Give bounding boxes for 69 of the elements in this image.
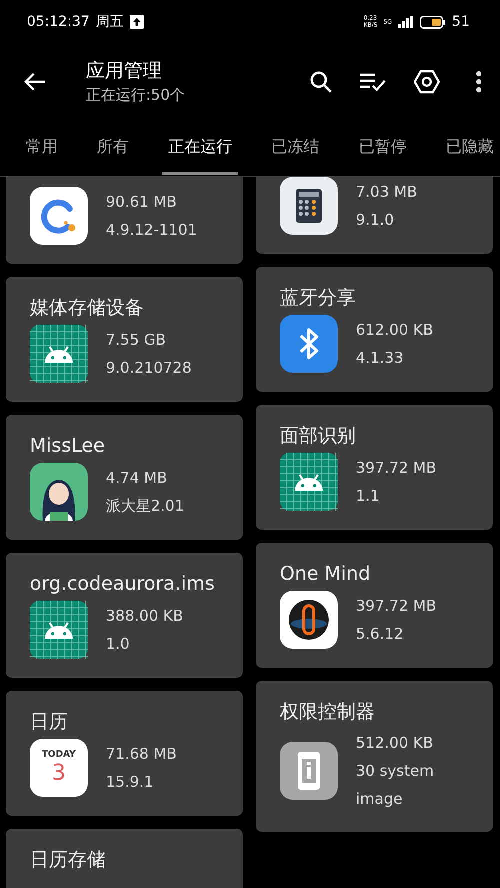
app-card[interactable]: 权限控制器 512.00 KB 30 system image [256, 681, 493, 832]
app-name: 日历存储 [30, 848, 107, 873]
calendar-day: 3 [52, 761, 66, 787]
app-name: One Mind [280, 562, 372, 587]
app-version: 9.0.210728 [106, 358, 192, 379]
app-card[interactable]: 90.61 MB 4.9.12-1101 [6, 177, 243, 264]
app-name: 权限控制器 [280, 700, 376, 725]
clock-time: 05:12:37 [27, 14, 90, 30]
app-icon [280, 591, 338, 649]
app-size: 397.72 MB [356, 458, 436, 479]
app-card[interactable]: org.codeaurora.ims 388.00 KB 1.0 [6, 553, 243, 678]
app-name: org.codeaurora.ims [30, 572, 216, 597]
info-phone-icon [280, 742, 338, 800]
app-size: 7.03 MB [356, 182, 418, 203]
avatar-icon [30, 463, 88, 521]
app-icon [30, 187, 88, 245]
page-title: 应用管理 [86, 59, 163, 84]
battery-icon [420, 16, 446, 28]
app-card[interactable]: 媒体存储设备 7.55 GB 9.0.210728 [6, 277, 243, 402]
more-menu-icon[interactable] [476, 71, 482, 93]
app-version: 1.0 [106, 634, 131, 655]
app-name: 蓝牙分享 [280, 286, 357, 311]
battery-level: 51 [452, 14, 470, 30]
app-name: 面部识别 [280, 424, 357, 449]
app-size: 90.61 MB [106, 192, 178, 213]
app-version: 1.1 [356, 486, 381, 507]
signal-icon [398, 16, 414, 28]
app-size: 71.68 MB [106, 744, 177, 765]
app-size: 4.74 MB [106, 468, 168, 489]
app-card[interactable]: One Mind 397.72 MB 5.6.12 [256, 543, 493, 668]
checklist-icon[interactable] [360, 72, 386, 92]
back-arrow-icon [24, 73, 46, 91]
app-size: 388.00 KB [106, 606, 184, 627]
app-size: 612.00 KB [356, 320, 434, 341]
weekday: 周五 [96, 13, 124, 31]
app-name: 媒体存储设备 [30, 296, 145, 321]
calculator-icon [280, 177, 338, 235]
android-icon [30, 601, 88, 659]
app-name: 日历 [30, 710, 69, 735]
app-card[interactable]: 日历存储 [6, 829, 243, 888]
app-name: MissLee [30, 434, 106, 459]
settings-icon[interactable] [414, 70, 440, 94]
app-version: 4.1.33 [356, 348, 405, 369]
tab[interactable]: 常用 [20, 121, 64, 175]
android-icon [30, 325, 88, 383]
app-card[interactable]: 蓝牙分享 612.00 KB 4.1.33 [256, 267, 493, 392]
bluetooth-icon [280, 315, 338, 373]
tab[interactable]: 已隐藏 [440, 121, 500, 175]
search-icon[interactable] [310, 71, 332, 93]
app-version: 4.9.12-1101 [106, 220, 198, 241]
tab[interactable]: 已冻结 [266, 121, 326, 175]
app-size: 397.72 MB [356, 596, 436, 617]
app-version: 派大星2.01 [106, 496, 184, 517]
running-count: 正在运行:50个 [86, 85, 186, 106]
tab[interactable]: 所有 [91, 121, 136, 175]
app-card[interactable]: 7.03 MB 9.1.0 [256, 177, 493, 254]
app-card[interactable]: 面部识别 397.72 MB 1.1 [256, 405, 493, 530]
app-version: 15.9.1 [106, 772, 155, 793]
app-size: 7.55 GB [106, 330, 168, 351]
android-icon [280, 453, 338, 511]
app-version: 9.1.0 [356, 210, 396, 231]
app-size: 512.00 KB [356, 733, 434, 754]
tab[interactable]: 已暂停 [352, 121, 413, 175]
app-card[interactable]: MissLee 4.74 MB 派大星2.01 [6, 415, 243, 540]
app-card[interactable]: 日历 TODAY 3 71.68 MB 15.9.1 [6, 691, 243, 816]
app-version: 30 system image [356, 761, 436, 810]
app-version: 5.6.12 [356, 624, 405, 645]
upload-icon [130, 15, 144, 29]
calendar-label: TODAY [42, 749, 76, 761]
